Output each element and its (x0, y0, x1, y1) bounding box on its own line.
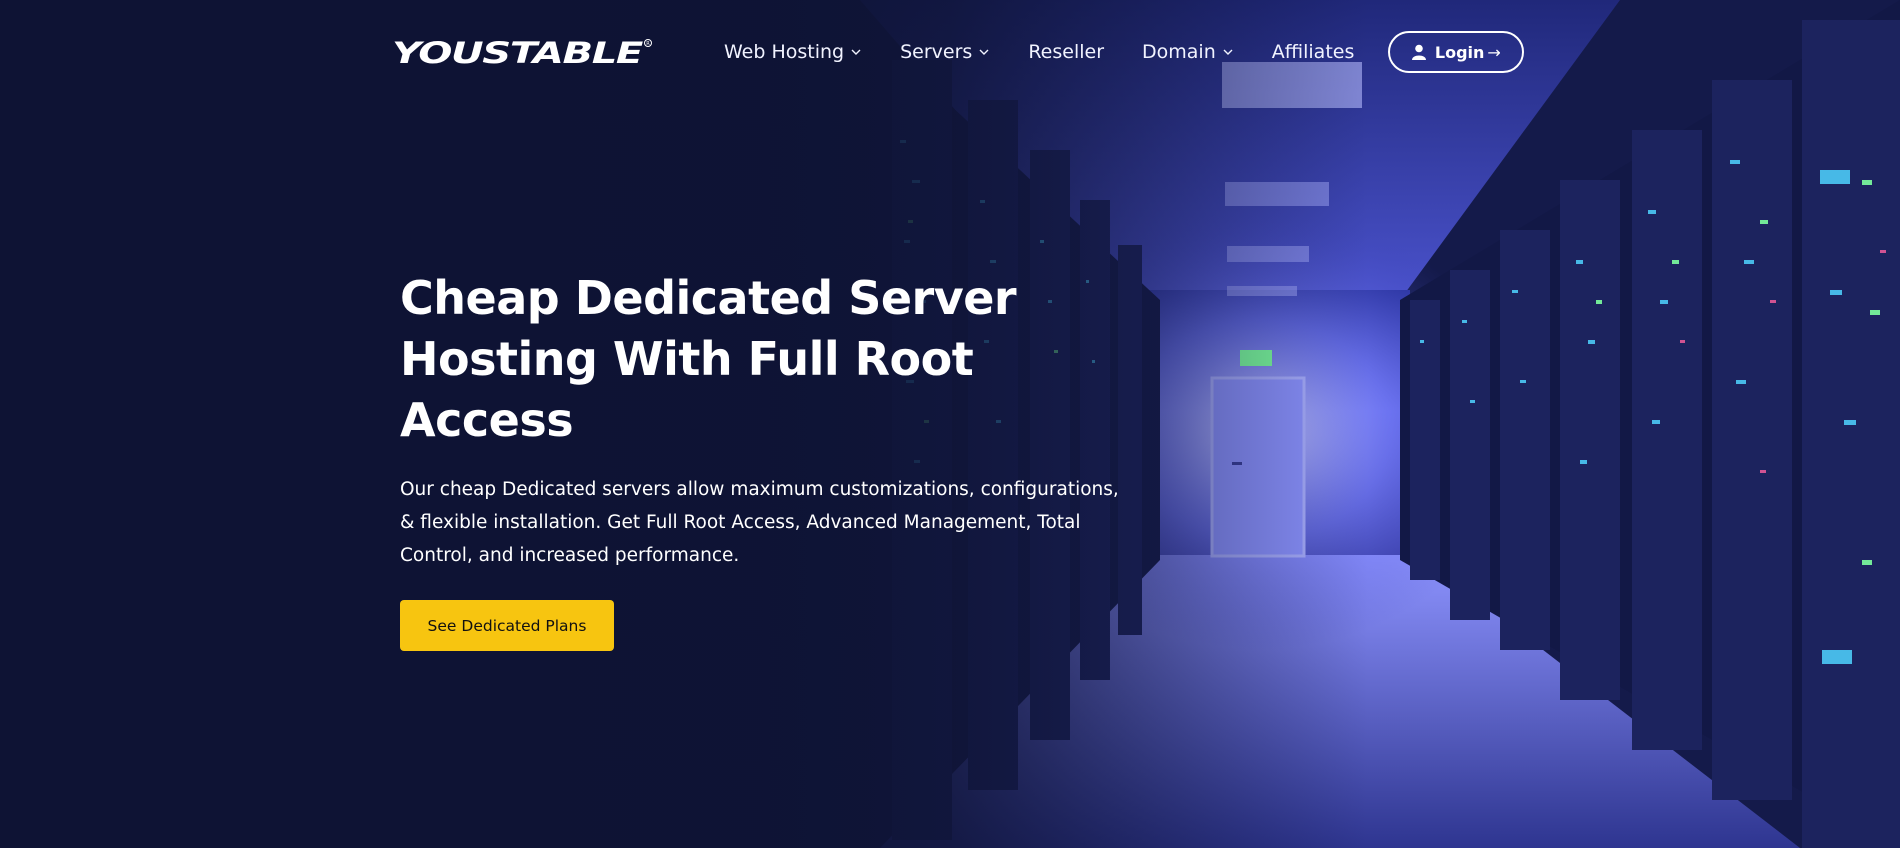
login-button[interactable]: Login → (1388, 31, 1525, 73)
registered-mark-icon: R (644, 39, 652, 47)
nav-item-domain[interactable]: Domain (1142, 41, 1234, 63)
chevron-down-icon (1223, 49, 1233, 55)
hero-title-line-2: Hosting With Full Root Access (400, 332, 974, 447)
nav-label: Affiliates (1271, 41, 1355, 63)
nav-item-servers[interactable]: Servers (900, 41, 990, 63)
nav-item-affiliates[interactable]: Affiliates (1272, 41, 1355, 63)
chevron-down-icon (979, 49, 989, 55)
logo-text: YOUSTABLE (392, 37, 644, 67)
nav-item-web-hosting[interactable]: Web Hosting (724, 41, 862, 63)
hero-description: Our cheap Dedicated servers allow maximu… (400, 479, 1119, 566)
arrow-right-icon: → (1487, 42, 1501, 62)
chevron-down-icon (851, 49, 861, 55)
youstable-logo[interactable]: YOUSTABLE R (392, 32, 654, 72)
hero-title-line-1: Cheap Dedicated Server (400, 271, 1017, 325)
main-nav: Web Hosting Servers Reseller Domain Affi… (724, 28, 1525, 76)
site-header: YOUSTABLE R Web Hosting Servers Reseller… (392, 28, 1525, 76)
nav-label: Reseller (1028, 41, 1105, 63)
user-icon (1411, 44, 1426, 60)
login-label: Login (1434, 42, 1485, 62)
hero-title: Cheap Dedicated Server Hosting With Full… (400, 268, 1160, 451)
nav-label: Web Hosting (724, 41, 845, 63)
svg-text:R: R (646, 41, 650, 47)
hero-section: Cheap Dedicated Server Hosting With Full… (400, 268, 1160, 651)
nav-item-reseller[interactable]: Reseller (1028, 41, 1104, 63)
logo-wordmark: YOUSTABLE R (392, 37, 652, 67)
landing-page: YOUSTABLE R Web Hosting Servers Reseller… (0, 0, 1900, 848)
nav-label: Domain (1142, 41, 1216, 63)
nav-label: Servers (900, 41, 973, 63)
see-dedicated-plans-button[interactable]: See Dedicated Plans (400, 600, 614, 651)
